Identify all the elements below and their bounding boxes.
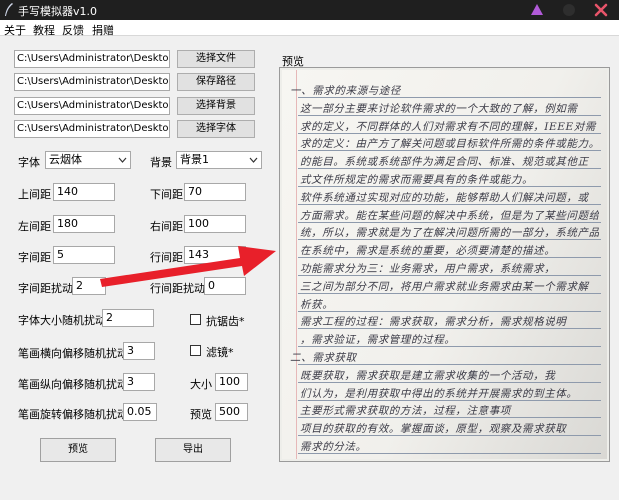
stroke-rot-jitter-label: 笔画旋转偏移随机扰动 [18,408,128,421]
char-spacing-label: 字间距 [18,251,51,264]
handwritten-line: 式文件所规定的需求而需要具有的条件或能力。 [300,174,534,186]
handwritten-line: 项目的获取的有效。掌握面谈，原型，观察及需求获取 [300,423,567,436]
top-margin-input[interactable]: 140 [53,183,115,201]
left-margin-label: 左间距 [18,220,51,233]
menu-feedback[interactable]: 反馈 [62,22,84,38]
stroke-rot-jitter-input[interactable]: 0.05 [123,403,157,421]
antialias-label: 抗锯齿* [206,315,245,328]
handwritten-line: 既要获取，需求获取是建立需求收集的一个活动，我 [300,369,556,382]
line-jitter-input[interactable]: 0 [204,277,246,295]
filter-checkbox[interactable] [190,345,201,356]
preview-button[interactable]: 预览 [40,438,116,462]
background-path-input[interactable]: C:\Users\Administrator\Desktop\【手 [14,97,170,115]
stroke-v-jitter-input[interactable]: 3 [123,373,155,391]
feather-pen-icon [5,3,13,16]
preview-scale-input[interactable]: 500 [215,403,248,421]
line-jitter-label: 行间距扰动 [150,282,205,295]
handwritten-line: 这一部分主要来讨论软件需求的一个大致的了解，例如需 [300,102,578,115]
char-spacing-input[interactable]: 5 [53,246,115,264]
right-margin-label: 右间距 [150,220,183,233]
menu-about[interactable]: 关于 [4,22,26,38]
handwritten-line: 软件系统通过实现对应的功能，能够帮助人们解决问题，或 [300,191,589,204]
left-margin-input[interactable]: 180 [53,215,115,233]
font-size-jitter-label: 字体大小随机扰动 [18,314,106,327]
stroke-v-jitter-label: 笔画纵向偏移随机扰动 [18,378,128,391]
handwritten-line: 求的定义：由产方了解关问题或目标软件所需的条件或能力。 [300,138,599,151]
save-path-button[interactable]: 保存路径 [177,73,255,91]
chevron-down-icon [118,157,127,163]
file-path-input[interactable]: C:\Users\Administrator\Desktop\我的 [14,50,170,68]
handwritten-line: 求的定义，不同群体的人们对需求有不同的理解，IEEE对需 [300,120,596,133]
handwritten-line: 在系统中，需求是系统的重要，必须要清楚的描述。 [300,245,556,258]
bottom-margin-input[interactable]: 70 [184,183,246,201]
handwritten-line: 析获。 [300,298,334,311]
font-select[interactable]: 云烟体 [45,151,131,169]
background-select[interactable]: 背景1 [176,151,262,169]
handwritten-line: 统，所以，需求就是为了在解决问题所需的一部分，系统产品 [300,227,599,240]
handwritten-line: 一、需求的来源与途径 [290,85,401,97]
font-path-input[interactable]: C:\Users\Administrator\Desktop\【手 [14,120,170,138]
background-label: 背景 [150,156,172,169]
background-select-value: 背景1 [180,153,209,166]
handwritten-line: 功能需求分为三：业务需求，用户需求，系统需求， [300,263,556,275]
right-margin-input[interactable]: 100 [184,215,246,233]
handwritten-line: 二、需求获取 [290,352,357,364]
handwritten-page-preview: 一、需求的来源与途径这一部分主要来讨论软件需求的一个大致的了解，例如需求的定义，… [282,70,607,459]
line-spacing-label: 行间距 [150,251,183,264]
handwritten-line: 三之间为部分不同，将用户需求就业务需求由某一个需求解 [300,280,589,293]
handwritten-line: 们认为，是利用获取中得出的系统并开展需求的到主体。 [300,387,578,400]
stroke-h-jitter-label: 笔画横向偏移随机扰动 [18,347,128,360]
preview-frame: 一、需求的来源与途径这一部分主要来讨论软件需求的一个大致的了解，例如需求的定义，… [279,67,610,462]
antialias-checkbox[interactable] [190,314,201,325]
handwritten-line: ，需求验证，需求管理的过程。 [300,334,456,347]
font-select-value: 云烟体 [49,153,82,166]
handwritten-line: 的能目。系统或系统部件为满足合同、标准、规范或其他正 [300,156,589,169]
char-jitter-input[interactable]: 2 [72,277,106,295]
select-file-button[interactable]: 选择文件 [177,50,255,68]
select-font-button[interactable]: 选择字体 [177,120,255,138]
handwritten-line: 需求的分法。 [300,441,367,453]
handwritten-line: 需求工程的过程：需求获取，需求分析，需求规格说明 [300,316,567,329]
line-spacing-input[interactable]: 143 [184,246,246,264]
save-path-input[interactable]: C:\Users\Administrator\Desktop [14,73,170,91]
handwritten-line: 主要形式需求获取的方法，过程，注意事项 [300,405,511,418]
font-label: 字体 [18,156,40,169]
title-bar: 手写模拟器v1.0 [0,0,619,20]
export-button[interactable]: 导出 [155,438,231,462]
minimize-icon[interactable] [529,2,545,18]
paper-margin-line [296,70,297,459]
size-label: 大小 [190,378,212,391]
window-title: 手写模拟器v1.0 [18,5,98,18]
menu-donate[interactable]: 捐赠 [92,22,114,38]
menu-tutorial[interactable]: 教程 [33,22,55,38]
menu-bar: 关于 教程 反馈 捐赠 [0,20,619,38]
handwritten-line: 方面需求。能在某些问题的解决中系统，但是为了某些问题给户系 [300,209,599,222]
top-margin-label: 上间距 [18,188,51,201]
char-jitter-label: 字间距扰动 [18,282,73,295]
size-input[interactable]: 100 [215,373,248,391]
font-size-jitter-input[interactable]: 2 [102,309,154,327]
close-icon[interactable] [593,2,609,18]
bottom-margin-label: 下间距 [150,188,183,201]
stroke-h-jitter-input[interactable]: 3 [123,342,155,360]
chevron-down-icon [249,157,258,163]
select-background-button[interactable]: 选择背景 [177,97,255,115]
maximize-icon[interactable] [561,2,577,18]
filter-label: 滤镜* [206,346,234,359]
preview-scale-label: 预览 [190,408,212,421]
